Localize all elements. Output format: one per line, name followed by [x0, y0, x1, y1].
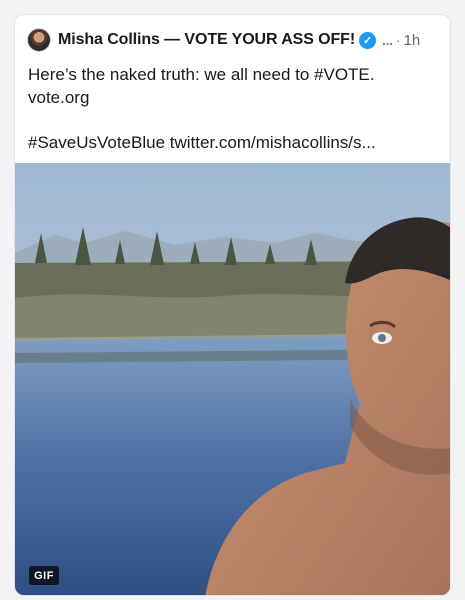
selfie-lake-scene [15, 163, 450, 595]
post-header: Misha Collins — VOTE YOUR ASS OFF! ✓ ...… [27, 27, 438, 53]
separator-dot: · [395, 32, 401, 48]
post-text: Here’s the naked truth: we all need to #… [28, 63, 438, 154]
post-media-gif[interactable]: GIF [15, 163, 450, 595]
gif-badge: GIF [29, 566, 59, 585]
post-card[interactable]: Misha Collins — VOTE YOUR ASS OFF! ✓ ...… [14, 14, 451, 596]
vote-link[interactable]: vote.org [28, 86, 438, 109]
timestamp[interactable]: 1h [404, 32, 421, 49]
hashtag-link-line[interactable]: #SaveUsVoteBlue twitter.com/mishacollins… [28, 131, 438, 154]
author-name[interactable]: Misha Collins — VOTE YOUR ASS OFF! [58, 31, 355, 49]
more-options-button[interactable]: ... [382, 33, 393, 48]
verified-check-icon: ✓ [359, 31, 377, 49]
avatar[interactable] [27, 28, 51, 52]
post-text-line-1: Here’s the naked truth: we all need to #… [28, 65, 375, 84]
